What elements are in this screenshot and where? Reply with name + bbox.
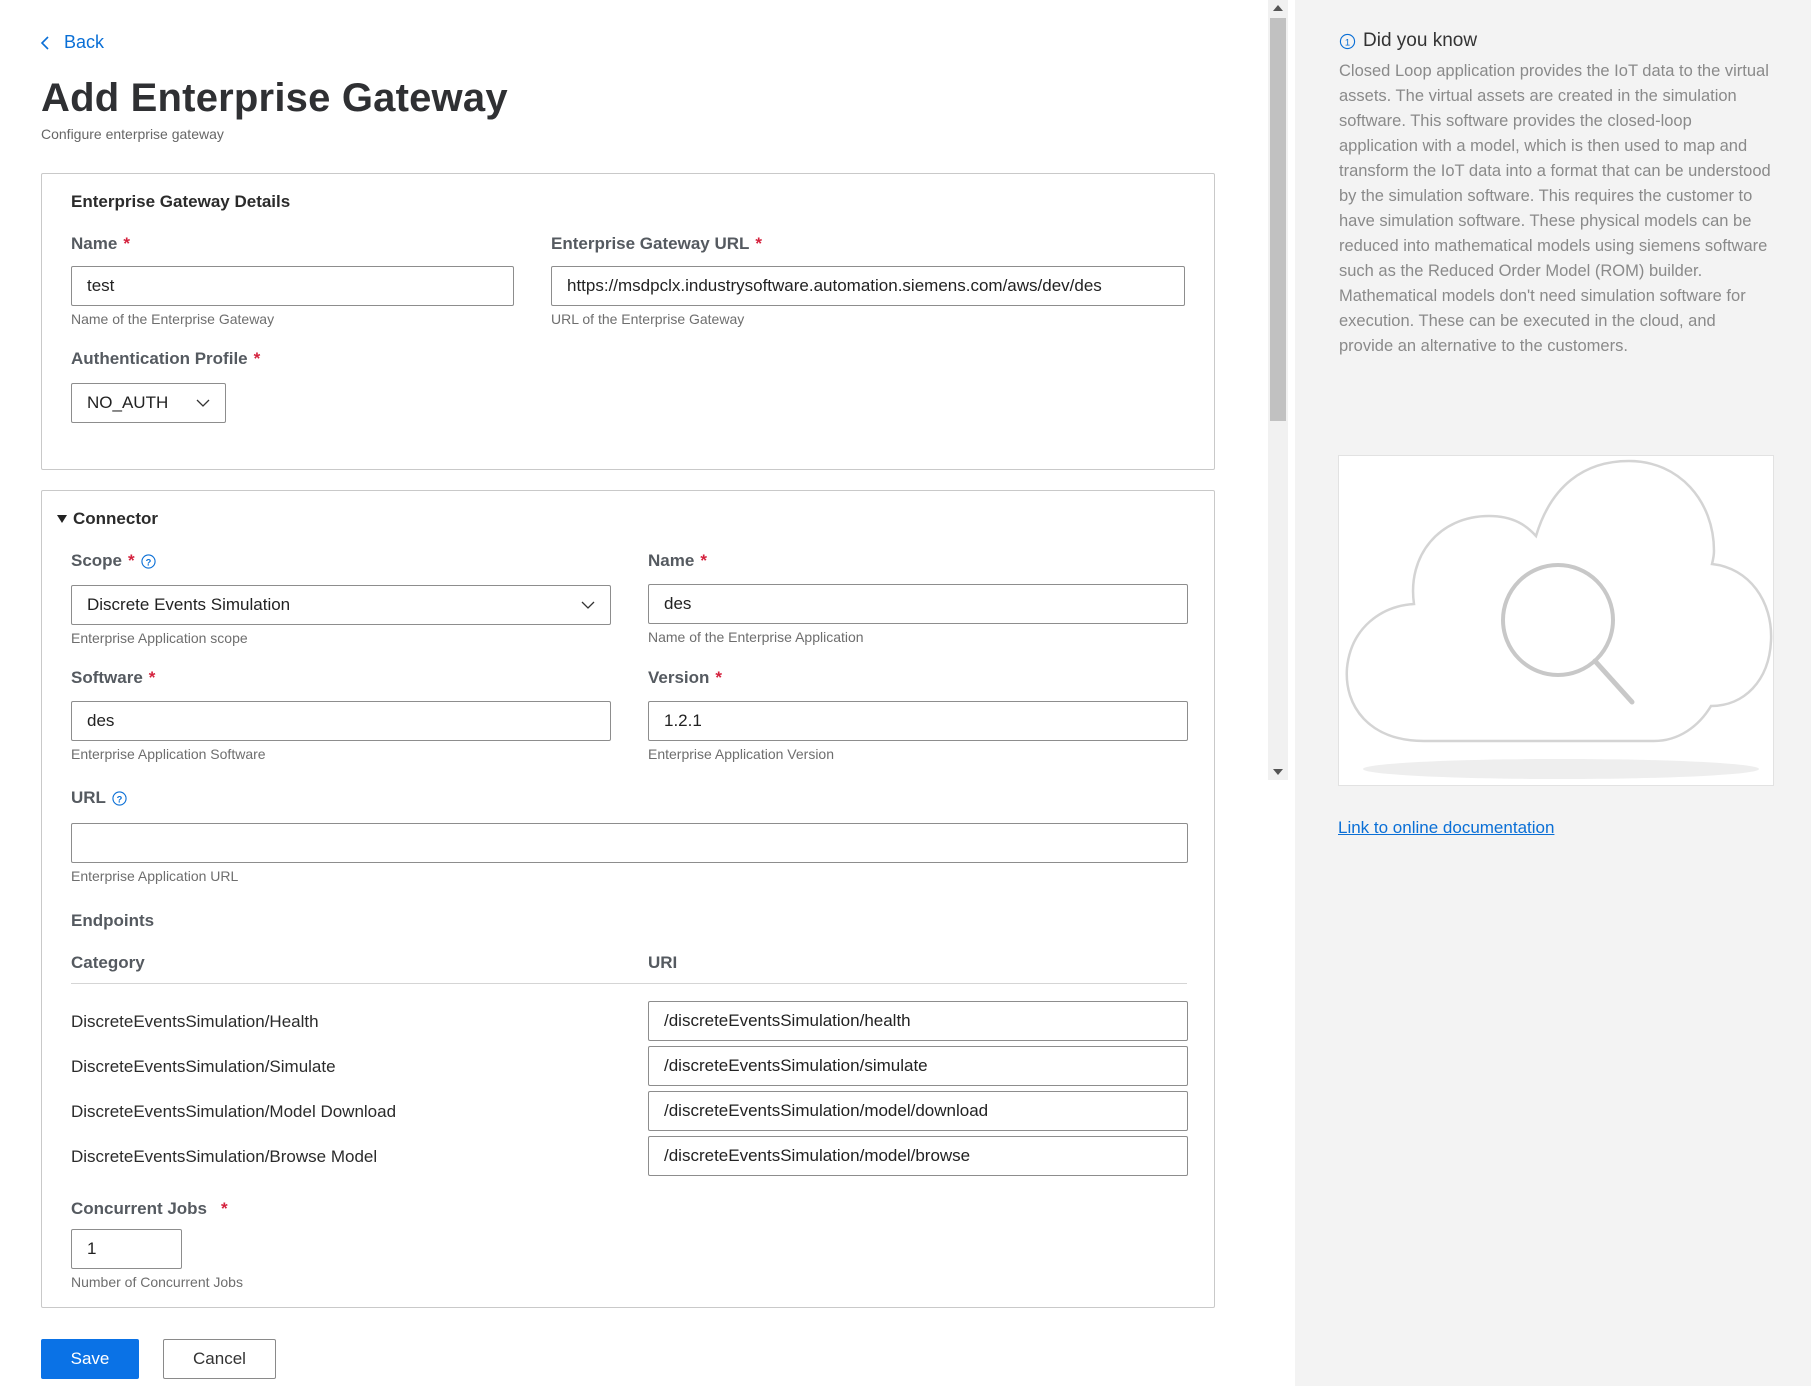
endpoint-uri-input[interactable]: /discreteEventsSimulation/health xyxy=(648,1001,1188,1041)
version-help: Enterprise Application Version xyxy=(648,746,834,762)
endpoints-title: Endpoints xyxy=(71,911,155,930)
software-help: Enterprise Application Software xyxy=(71,746,266,762)
auth-profile-label-text: Authentication Profile xyxy=(71,349,248,368)
gateway-name-input[interactable]: test xyxy=(71,266,514,306)
software-label-text: Software xyxy=(71,668,143,687)
connector-name-label-text: Name xyxy=(648,551,695,570)
concurrent-jobs-input[interactable]: 1 xyxy=(71,1229,182,1269)
concurrent-jobs-label-text: Concurrent Jobs xyxy=(71,1199,208,1218)
scope-help: Enterprise Application scope xyxy=(71,630,248,646)
required-marker: * xyxy=(123,234,130,253)
version-input[interactable]: 1.2.1 xyxy=(648,701,1188,741)
scope-label: Scope * ? xyxy=(71,551,156,571)
endpoint-uri-input[interactable]: /discreteEventsSimulation/model/browse xyxy=(648,1136,1188,1176)
gateway-name-label: Name * xyxy=(71,234,130,254)
connector-url-label-text: URL xyxy=(71,788,106,807)
required-marker: * xyxy=(755,234,763,253)
main-content: Back Add Enterprise Gateway Configure en… xyxy=(0,0,1268,1386)
gateway-details-title: Enterprise Gateway Details xyxy=(71,192,291,211)
did-you-know-title: 1 Did you know xyxy=(1339,30,1477,52)
endpoints-col-category: Category xyxy=(71,953,145,972)
gateway-details-panel: Enterprise Gateway Details Name * test Na… xyxy=(41,173,1215,470)
info-icon: 1 xyxy=(1339,33,1356,49)
back-link[interactable]: Back xyxy=(40,32,104,53)
endpoints-col-uri: URI xyxy=(648,953,678,972)
required-marker: * xyxy=(700,551,707,570)
required-marker: * xyxy=(148,668,156,687)
scope-value: Discrete Events Simulation xyxy=(87,595,291,614)
online-documentation-link[interactable]: Link to online documentation xyxy=(1338,818,1554,838)
software-input[interactable]: des xyxy=(71,701,611,741)
page-subtitle: Configure enterprise gateway xyxy=(41,126,224,142)
gateway-url-label-text: Enterprise Gateway URL xyxy=(551,234,750,253)
concurrent-jobs-help: Number of Concurrent Jobs xyxy=(71,1274,243,1290)
auth-profile-value: NO_AUTH xyxy=(87,393,169,412)
help-circle-icon[interactable]: ? xyxy=(112,790,127,806)
triangle-down-icon xyxy=(57,515,67,523)
did-you-know-body: Closed Loop application provides the IoT… xyxy=(1339,62,1771,355)
version-label-text: Version xyxy=(648,668,710,687)
auth-profile-select[interactable]: NO_AUTH xyxy=(71,383,226,423)
connector-name-input[interactable]: des xyxy=(648,584,1188,624)
scroll-down-icon[interactable] xyxy=(1273,769,1283,775)
cloud-search-icon xyxy=(1345,459,1773,779)
connector-title: Connector xyxy=(73,509,158,528)
info-sidebar: 1 Did you know Closed Loop application p… xyxy=(1295,0,1811,1386)
cancel-button[interactable]: Cancel xyxy=(163,1339,276,1379)
back-label: Back xyxy=(64,32,105,52)
illustration-card xyxy=(1338,455,1774,786)
endpoints-divider xyxy=(71,983,1187,984)
chevron-down-icon xyxy=(196,399,210,407)
endpoint-uri-input[interactable]: /discreteEventsSimulation/simulate xyxy=(648,1046,1188,1086)
scrollbar-thumb[interactable] xyxy=(1270,18,1286,421)
connector-url-input[interactable] xyxy=(71,823,1188,863)
gateway-url-help: URL of the Enterprise Gateway xyxy=(551,311,745,327)
required-marker: * xyxy=(253,349,261,368)
help-circle-icon[interactable]: ? xyxy=(141,553,156,569)
gateway-url-input[interactable]: https://msdpclx.industrysoftware.automat… xyxy=(551,266,1185,306)
gateway-name-help: Name of the Enterprise Gateway xyxy=(71,311,275,327)
connector-panel: Connector Scope * ? Discrete Events Simul… xyxy=(41,490,1215,1308)
endpoint-category: DiscreteEventsSimulation/Model Download xyxy=(71,1102,397,1121)
connector-name-label: Name * xyxy=(648,551,707,571)
page-title: Add Enterprise Gateway xyxy=(41,76,508,120)
endpoint-uri-input[interactable]: /discreteEventsSimulation/model/download xyxy=(648,1091,1188,1131)
svg-text:1: 1 xyxy=(1345,37,1350,48)
required-marker: * xyxy=(128,551,135,570)
required-marker: * xyxy=(715,668,723,687)
svg-text:?: ? xyxy=(117,794,123,804)
version-label: Version * xyxy=(648,668,722,688)
endpoint-category: DiscreteEventsSimulation/Browse Model xyxy=(71,1147,378,1166)
gateway-url-label: Enterprise Gateway URL * xyxy=(551,234,762,254)
scope-select[interactable]: Discrete Events Simulation xyxy=(71,585,611,625)
chevron-left-icon xyxy=(40,35,49,50)
gateway-name-label-text: Name xyxy=(71,234,118,253)
connector-url-help: Enterprise Application URL xyxy=(71,868,239,884)
scope-label-text: Scope xyxy=(71,551,123,570)
connector-toggle[interactable]: Connector xyxy=(57,509,158,529)
endpoint-category: DiscreteEventsSimulation/Simulate xyxy=(71,1057,336,1076)
software-label: Software * xyxy=(71,668,155,688)
main-scrollbar[interactable] xyxy=(1268,0,1288,780)
scroll-up-icon[interactable] xyxy=(1273,5,1283,11)
connector-name-help: Name of the Enterprise Application xyxy=(648,629,864,645)
did-you-know-label: Did you know xyxy=(1363,30,1478,51)
endpoint-category: DiscreteEventsSimulation/Health xyxy=(71,1012,319,1031)
concurrent-jobs-label: Concurrent Jobs * xyxy=(71,1199,228,1219)
chevron-down-icon xyxy=(581,601,595,609)
svg-text:?: ? xyxy=(145,557,151,567)
save-button[interactable]: Save xyxy=(41,1339,139,1379)
auth-profile-label: Authentication Profile * xyxy=(71,349,260,369)
required-marker: * xyxy=(221,1199,228,1218)
connector-url-label: URL ? xyxy=(71,788,127,808)
